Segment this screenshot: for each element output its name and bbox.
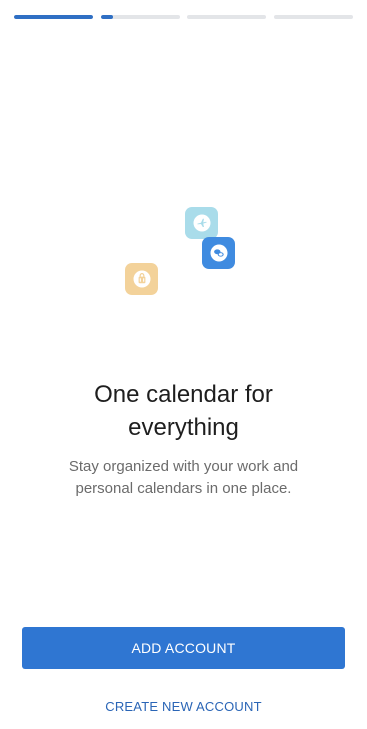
subtitle-line-1: Stay organized with your work and: [68, 458, 299, 475]
subtitle-line-2: personal calendars in one place.: [75, 480, 292, 497]
progress-segment-1: [14, 15, 93, 19]
progress-segment-2: [101, 15, 180, 19]
progress-segment-fill: [14, 15, 93, 19]
title-line-2: everything: [128, 414, 239, 441]
progress-segment-4: [274, 15, 353, 19]
chat-bubbles-icon: [202, 237, 235, 269]
page-title: One calendar for everything: [20, 378, 347, 444]
onboarding-progress: [14, 15, 353, 19]
progress-segment-fill: [101, 15, 113, 19]
create-new-account-link[interactable]: CREATE NEW ACCOUNT: [22, 695, 345, 717]
page-subtitle: Stay organized with your work and person…: [20, 456, 347, 500]
airplane-icon: [185, 207, 218, 239]
shopping-bag-icon: [125, 263, 158, 295]
title-line-1: One calendar for: [94, 381, 273, 408]
progress-segment-3: [187, 15, 266, 19]
add-account-button[interactable]: ADD ACCOUNT: [22, 627, 345, 669]
